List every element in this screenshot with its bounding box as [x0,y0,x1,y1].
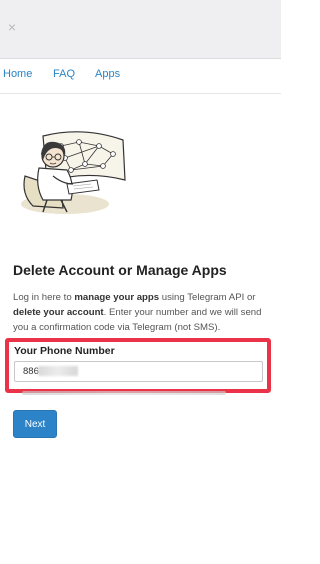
nav-apps-link[interactable]: Apps [95,68,120,80]
page-description: Log in here to manage your apps using Te… [13,290,271,335]
hint-text-blurred [22,391,226,395]
hero-illustration [21,131,126,214]
desc-text-1: Log in here to [13,292,75,303]
nav-bar: Home FAQ Apps [0,59,281,94]
phone-field-label: Your Phone Number [14,345,115,357]
nav-home-link[interactable]: Home [3,68,32,80]
page-heading: Delete Account or Manage Apps [13,262,227,278]
desc-manage-apps: manage your apps [74,292,160,303]
desc-delete-account: delete your account [13,307,104,318]
desc-text-2: using Telegram API or [159,292,256,303]
next-button[interactable]: Next [13,410,57,438]
top-bar: × [0,0,281,59]
nav-faq-link[interactable]: FAQ [53,68,75,80]
redacted-number-mask [38,366,78,376]
close-icon[interactable]: × [5,20,19,34]
